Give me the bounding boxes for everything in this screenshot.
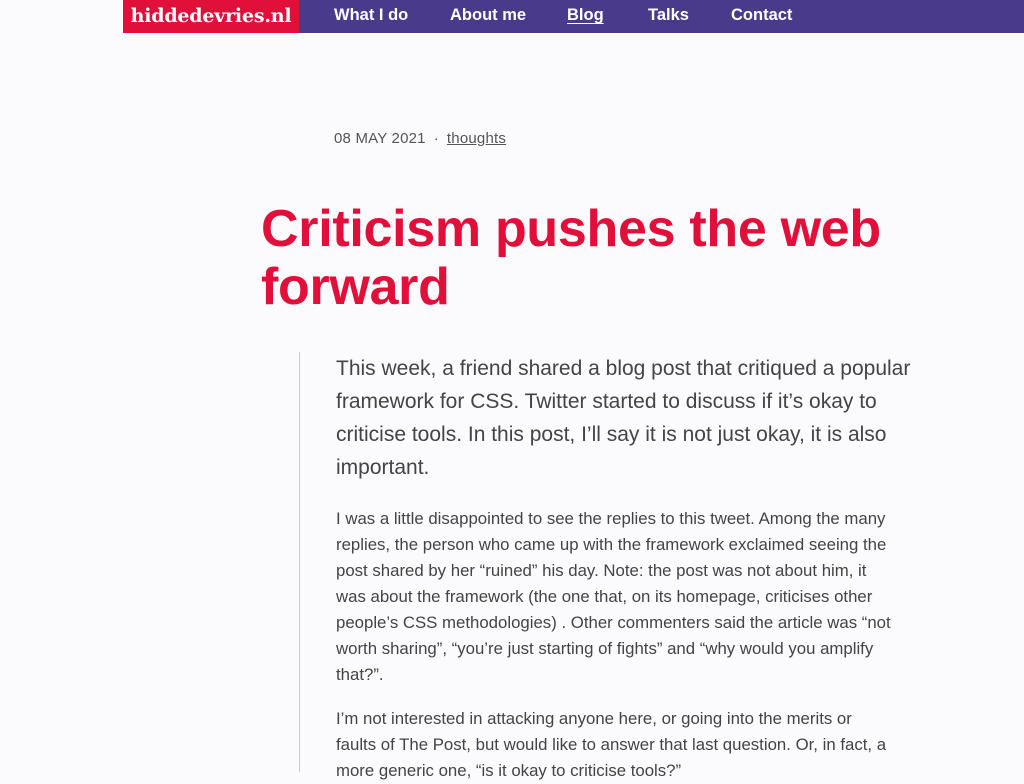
body-paragraph: I’m not interested in attacking anyone h…: [336, 709, 887, 780]
nav-link-what-i-do[interactable]: What I do: [334, 6, 408, 25]
nav-link-talks[interactable]: Talks: [648, 6, 689, 25]
nav-link-about-me[interactable]: About me: [450, 6, 526, 25]
post-title: Criticism pushes the web forward: [261, 200, 881, 316]
post-meta: 08 MAY 2021 · thoughts: [334, 130, 506, 147]
body-paragraph: I was a little disappointed to see the r…: [336, 509, 891, 684]
post-date: 08 MAY 2021: [334, 130, 426, 147]
category-link[interactable]: thoughts: [447, 130, 506, 147]
nav-link-contact[interactable]: Contact: [731, 6, 792, 25]
content-divider-line: [299, 352, 300, 772]
meta-separator: ·: [433, 130, 439, 147]
site-logo-link[interactable]: hiddedevries.nl: [123, 0, 299, 33]
post-intro: This week, a friend shared a blog post t…: [336, 357, 911, 479]
nav-link-blog[interactable]: Blog: [567, 6, 604, 25]
